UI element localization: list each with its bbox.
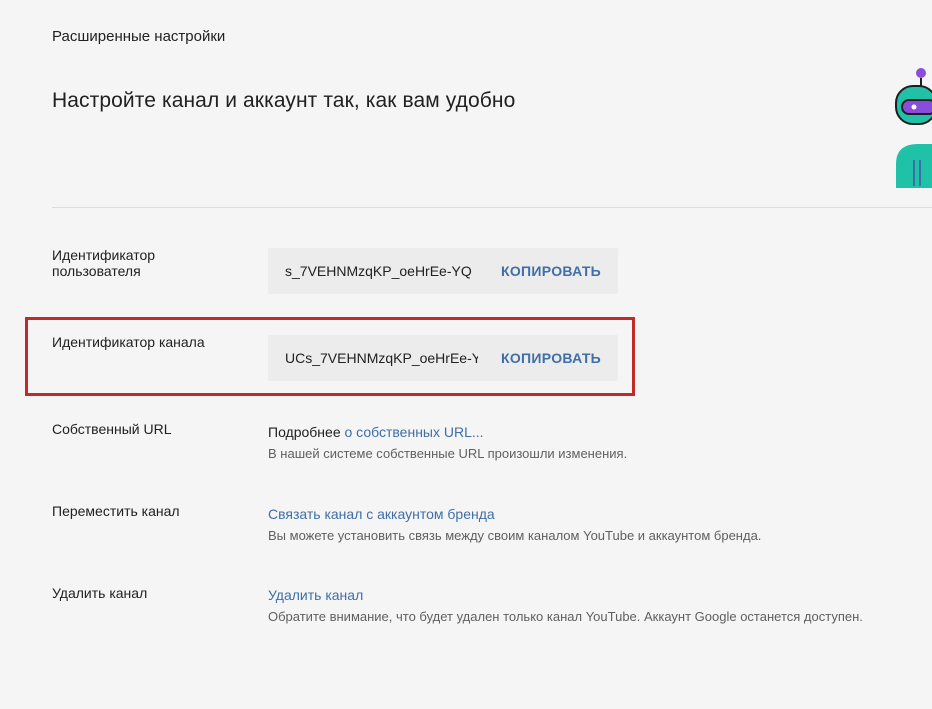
custom-url-description: В нашей системе собственные URL произошл… bbox=[268, 446, 628, 461]
header-divider bbox=[52, 207, 932, 208]
move-channel-description: Вы можете установить связь между своим к… bbox=[268, 528, 762, 543]
channel-id-box: UCs_7VEHNMzqKP_oeHrEe-YQ КОПИРОВАТЬ bbox=[268, 335, 618, 381]
user-id-label: Идентификатор пользователя bbox=[52, 247, 156, 279]
advanced-settings-page: Расширенные настройки Настройте канал и … bbox=[0, 0, 932, 709]
copy-user-id-button[interactable]: КОПИРОВАТЬ bbox=[501, 263, 601, 279]
delete-channel-link[interactable]: Удалить канал bbox=[268, 586, 863, 604]
section-title: Расширенные настройки bbox=[52, 28, 226, 45]
delete-channel-description: Обратите внимание, что будет удален толь… bbox=[268, 609, 863, 624]
custom-url-prefix: Подробнее bbox=[268, 424, 345, 440]
user-id-value: s_7VEHNMzqKP_oeHrEe-YQ bbox=[285, 263, 472, 279]
move-channel-label: Переместить канал bbox=[52, 503, 180, 519]
robot-illustration-icon bbox=[895, 68, 932, 188]
move-channel-detail: Связать канал с аккаунтом бренда Вы може… bbox=[268, 505, 761, 545]
page-headline: Настройте канал и аккаунт так, как вам у… bbox=[52, 89, 516, 112]
custom-url-label: Собственный URL bbox=[52, 421, 172, 437]
delete-channel-detail: Удалить канал Обратите внимание, что буд… bbox=[268, 586, 863, 626]
link-brand-account-link[interactable]: Связать канал с аккаунтом бренда bbox=[268, 505, 761, 523]
channel-id-label: Идентификатор канала bbox=[52, 334, 205, 350]
custom-url-link[interactable]: о собственных URL... bbox=[345, 424, 484, 440]
copy-channel-id-button[interactable]: КОПИРОВАТЬ bbox=[501, 350, 601, 366]
custom-url-detail: Подробнее о собственных URL... В нашей с… bbox=[268, 423, 627, 463]
user-id-box: s_7VEHNMzqKP_oeHrEe-YQ КОПИРОВАТЬ bbox=[268, 248, 618, 294]
delete-channel-label: Удалить канал bbox=[52, 585, 148, 601]
custom-url-learn-more: Подробнее о собственных URL... bbox=[268, 423, 627, 441]
channel-id-value: UCs_7VEHNMzqKP_oeHrEe-YQ bbox=[285, 350, 478, 366]
